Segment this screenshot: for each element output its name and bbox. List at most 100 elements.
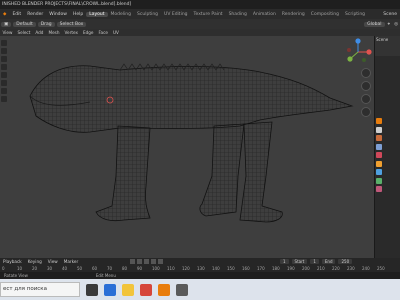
end-frame-field[interactable]: 250 <box>338 259 353 264</box>
tab-shading[interactable]: Shading <box>226 12 250 17</box>
timeline-tick: 210 <box>317 266 325 271</box>
measure-tool-icon[interactable] <box>1 96 7 102</box>
menu-select[interactable]: Select <box>15 30 33 35</box>
perspective-toggle-icon[interactable] <box>361 107 371 117</box>
tab-texture-paint[interactable]: Texture Paint <box>191 12 226 17</box>
zoom-icon[interactable] <box>361 68 371 78</box>
timeline-tick: 70 <box>107 266 113 271</box>
menu-face[interactable]: Face <box>96 30 110 35</box>
select-tool-icon[interactable] <box>1 40 7 46</box>
timeline-keying-menu[interactable]: Keying <box>25 259 45 264</box>
tab-uv-editing[interactable]: UV Editing <box>161 12 190 17</box>
playback-controls <box>130 259 163 264</box>
timeline-marker-menu[interactable]: Marker <box>61 259 81 264</box>
menu-mesh[interactable]: Mesh <box>46 30 62 35</box>
editor-type-button[interactable]: ▣ <box>1 21 12 27</box>
material-properties-icon[interactable] <box>376 186 382 192</box>
timeline-tick: 80 <box>122 266 128 271</box>
jump-start-icon[interactable] <box>130 259 135 264</box>
object-properties-icon[interactable] <box>376 160 382 167</box>
scene-selector[interactable]: Scene <box>380 12 400 17</box>
menu-add[interactable]: Add <box>33 30 46 35</box>
timeline-tick: 10 <box>17 266 23 271</box>
status-hint-menu: Edit Menu <box>95 273 116 278</box>
menu-window[interactable]: Window <box>46 12 70 17</box>
properties-tabs <box>376 118 382 192</box>
timeline-tick: 160 <box>242 266 250 271</box>
blender-logo-icon[interactable]: ◆ <box>0 12 9 17</box>
timeline-tick: 230 <box>347 266 355 271</box>
render-properties-icon[interactable] <box>376 126 382 133</box>
tab-sculpting[interactable]: Sculpting <box>134 12 161 17</box>
timeline-tick: 50 <box>77 266 83 271</box>
outliner-scene-label: Scene <box>375 36 400 56</box>
menu-edit[interactable]: Edit <box>9 12 24 17</box>
timeline-tick: 170 <box>257 266 265 271</box>
data-properties-icon[interactable] <box>376 177 382 184</box>
menu-vertex[interactable]: Vertex <box>62 30 80 35</box>
z-axis-icon <box>355 38 361 44</box>
tool-shelf <box>1 40 7 102</box>
file-explorer-icon[interactable] <box>122 283 134 296</box>
timeline-tick: 240 <box>362 266 370 271</box>
transform-orientation-dropdown[interactable]: Global <box>364 21 385 27</box>
tab-compositing[interactable]: Compositing <box>308 12 342 17</box>
next-key-icon[interactable] <box>151 259 156 264</box>
menu-help[interactable]: Help <box>70 12 86 17</box>
orientation-dropdown[interactable]: Default <box>13 21 36 27</box>
drag-dropdown[interactable]: Drag <box>37 21 55 27</box>
x-axis-icon <box>366 49 372 55</box>
play-icon[interactable] <box>144 259 149 264</box>
timeline-playback-menu[interactable]: Playback <box>0 259 25 264</box>
task-view-icon[interactable] <box>86 283 98 296</box>
scale-tool-icon[interactable] <box>1 72 7 78</box>
edge-browser-icon[interactable] <box>104 283 116 296</box>
tab-animation[interactable]: Animation <box>250 12 279 17</box>
navigation-gizmo[interactable] <box>344 38 372 66</box>
timeline-tick: 0 <box>2 266 5 271</box>
timeline-tick: 140 <box>212 266 220 271</box>
blender-taskbar-icon[interactable] <box>158 283 170 296</box>
tab-layout[interactable]: Layout <box>86 11 108 17</box>
proportional-edit-icon[interactable]: ◎ <box>392 22 400 27</box>
start-frame-field[interactable]: 1 <box>310 259 319 264</box>
current-frame-field[interactable]: 1 <box>280 259 289 264</box>
timeline-tick: 190 <box>287 266 295 271</box>
chrome-icon[interactable] <box>140 283 152 296</box>
timeline-tick: 60 <box>92 266 98 271</box>
output-properties-icon[interactable] <box>376 135 382 141</box>
move-tool-icon[interactable] <box>1 56 7 62</box>
tab-rendering[interactable]: Rendering <box>279 12 308 17</box>
taskbar-search[interactable]: ест для поиска <box>0 282 80 297</box>
y-axis-icon <box>347 56 353 62</box>
menu-uv[interactable]: UV <box>110 30 121 35</box>
camera-view-icon[interactable] <box>361 94 371 104</box>
timeline-view-menu[interactable]: View <box>45 259 61 264</box>
world-properties-icon[interactable] <box>376 152 382 158</box>
status-bar: Rotate View Edit Menu <box>0 272 400 279</box>
timeline-tick: 250 <box>377 266 385 271</box>
menu-view[interactable]: View <box>0 30 15 35</box>
select-mode-dropdown[interactable]: Select Box <box>56 21 87 27</box>
tool-properties-icon[interactable] <box>376 118 382 124</box>
window-title: INISHED BLENDER PROJECTS\FINAL\CROWL.ble… <box>2 2 132 7</box>
menu-render[interactable]: Render <box>24 12 46 17</box>
3d-viewport[interactable] <box>0 36 374 258</box>
wireframe-model <box>29 63 354 223</box>
pan-icon[interactable] <box>361 81 371 91</box>
annotate-tool-icon[interactable] <box>1 88 7 94</box>
cursor-tool-icon[interactable] <box>1 48 7 54</box>
prev-key-icon[interactable] <box>137 259 142 264</box>
modifier-properties-icon[interactable] <box>376 169 382 175</box>
timeline-tick: 120 <box>182 266 190 271</box>
transform-tool-icon[interactable] <box>1 80 7 86</box>
app-icon[interactable] <box>176 283 188 296</box>
timeline-tick: 180 <box>272 266 280 271</box>
menu-edge[interactable]: Edge <box>80 30 96 35</box>
jump-end-icon[interactable] <box>158 259 163 264</box>
timeline-tick: 20 <box>32 266 38 271</box>
tab-scripting[interactable]: Scripting <box>342 12 368 17</box>
rotate-tool-icon[interactable] <box>1 64 7 70</box>
scene-properties-icon[interactable] <box>376 143 382 150</box>
tab-modeling[interactable]: Modeling <box>108 12 134 17</box>
